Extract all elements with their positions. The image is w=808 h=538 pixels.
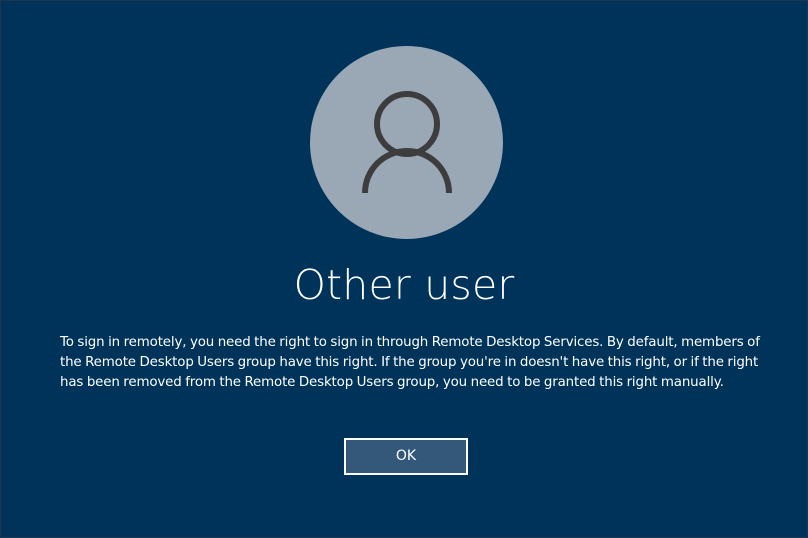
- lock-screen: Other user To sign in remotely, you need…: [0, 0, 808, 538]
- ok-button[interactable]: OK: [344, 438, 468, 475]
- username-label: Other user: [293, 261, 515, 309]
- user-avatar: [310, 46, 503, 239]
- user-silhouette-icon: [362, 91, 452, 194]
- error-message: To sign in remotely, you need the right …: [60, 335, 760, 390]
